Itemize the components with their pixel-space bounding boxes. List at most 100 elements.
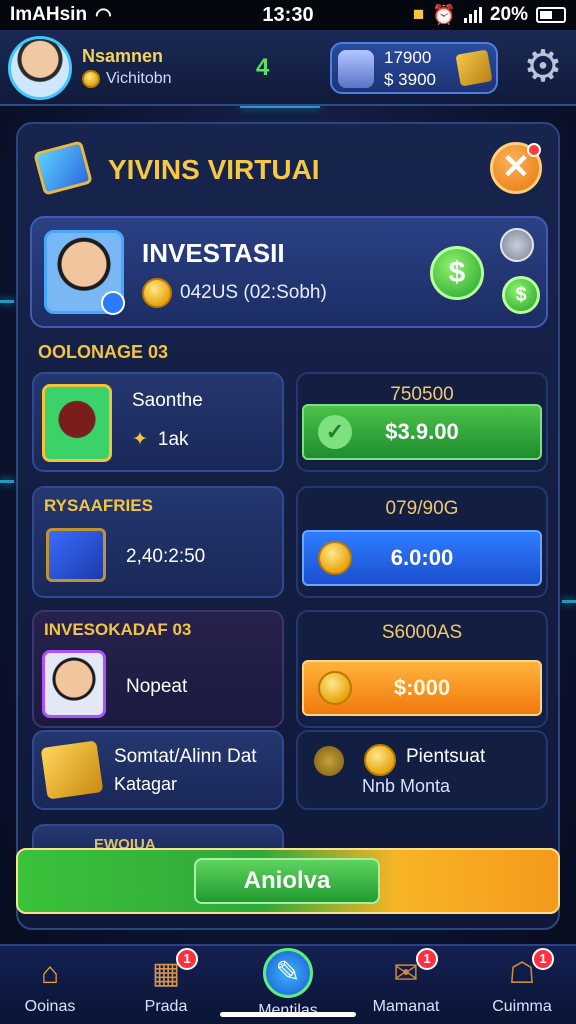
extra-sub: Nnb Monta [362,776,451,796]
avatar[interactable] [8,36,72,100]
gift-box-icon[interactable] [455,49,493,87]
invest-icon: ✎ [263,948,313,998]
invest-card[interactable]: INVESTASII 042US (02:Sobh) $ $ [30,216,548,328]
notification-badge: 1 [176,948,198,970]
ticket-icon [33,140,93,196]
item-card-2[interactable]: RYSAAFRIES 2,40:2:50 [32,486,284,598]
item-sub: ✦ 1ak [132,428,189,451]
buy-button-2[interactable]: 6.0:00 [302,530,542,586]
price-card-3: S6000AS $:000 [296,610,548,728]
nav-label: Mentilas [258,1002,318,1019]
dollar-button-large[interactable]: $ [430,246,484,300]
extra-title: Somtat/Alinn Dat [114,746,257,767]
close-button[interactable]: ✕ [490,142,542,194]
neon-line-right [562,600,576,603]
item-title: Saonthe [132,390,203,411]
battery-percent: 20% [489,4,528,25]
player-sub-label: Vichitobn [106,70,172,87]
player-subtitle: Vichitobn [82,70,172,88]
nav-item-shop[interactable]: ▦ 1 Prada [116,948,216,1020]
cta-bar: Aniolva [16,848,560,914]
nav-item-home[interactable]: ⌂ Ooinas [0,954,100,1020]
player-name: Nsamnen [82,46,164,66]
nav-item-mail[interactable]: ✉ 1 Mamanat [356,948,456,1020]
nav-item-bag[interactable]: ☖ 1 Cuimma [472,948,572,1020]
buy-button-1[interactable]: ✓ $3.9.00 [302,404,542,460]
info-button[interactable] [500,228,534,262]
manager-portrait [42,650,106,718]
extra-sub: Katagar [114,774,178,794]
neon-line-left-2 [0,480,14,483]
nav-item-invest[interactable]: ✎ Mentilas [238,948,338,1020]
home-icon: ⌂ [40,957,60,990]
treasure-chest-icon [338,50,374,88]
extra-title: Pientsuat [406,746,486,767]
money-bag-icon [314,746,344,776]
price-label: 750500 [390,384,454,405]
price-card-2: 079/90G 6.0:00 [296,486,548,598]
item-sub: 2,40:2:50 [126,546,206,567]
coin-icon [142,278,172,308]
check-icon: ✓ [318,415,352,449]
item-sub: Nopeat [126,676,188,697]
mail-icon: ✉ 1 [384,948,438,994]
coin-icon [318,541,352,575]
investor-portrait [44,230,125,315]
nav-label: Mamanat [372,998,440,1015]
notification-badge: 1 [532,948,554,970]
status-bar: ImAHsin ◠ 13:30 ■ ⏰ 20% [0,0,576,30]
notification-badge: 1 [416,948,438,970]
carrier-label: ImAHsin [10,4,88,25]
price-label: 079/90G [385,498,459,519]
section-label-2: RYSAAFRIES [44,496,153,515]
price-label: S6000AS [381,622,463,643]
item-sub-label: 1ak [157,428,189,450]
invest-subtitle: 042US (02:Sobh) [142,278,327,308]
buy-button-label: 6.0:00 [390,545,454,570]
lock-icon: ■ [412,4,425,25]
neon-line-top [240,106,320,108]
settings-gear-icon[interactable]: ⚙ [520,44,566,90]
item-card-3[interactable]: INVESOKADAF 03 Nopeat [32,610,284,728]
invest-subtitle-label: 042US (02:Sobh) [180,282,327,303]
wallet-amount-1: 17900 [384,48,432,67]
chest-icon [46,528,106,582]
wallet-widget[interactable]: 17900 $ 3900 [330,42,498,94]
item-card-1[interactable]: Saonthe ✦ 1ak [32,372,284,472]
verified-badge-icon [101,291,125,315]
coin-icon [82,70,100,88]
bag-icon: ☖ 1 [500,948,554,994]
signal-icon [463,7,482,23]
shop-icon: ▦ 1 [144,948,198,994]
alarm-icon: ⏰ [432,5,456,26]
wifi-icon: ◠ [95,4,112,26]
panel-title: YIVINS VIRTUAI [108,154,320,185]
home-indicator[interactable] [220,1012,356,1017]
coin-stack-icon [364,744,396,776]
clock: 13:30 [262,3,314,26]
invest-title: INVESTASII [142,238,285,268]
neon-line-left [0,300,14,303]
nav-label: Ooinas [24,998,76,1015]
player-level: 4 [256,54,270,81]
section-label-3: INVESOKADAF 03 [44,620,192,639]
main-panel: YIVINS VIRTUAI ✕ INVESTASII 042US (02:So… [16,122,560,930]
puzzle-icon: ✦ [132,429,148,450]
buy-button-label: $3.9.00 [385,419,459,444]
battery-icon [536,7,566,23]
activate-button[interactable]: Aniolva [194,858,380,904]
notification-dot [527,143,541,157]
nav-label: Prada [144,998,188,1015]
section-label-1: OOLONAGE 03 [38,342,169,362]
wallet-amount-2: $ 3900 [384,70,436,89]
coin-icon [318,671,352,705]
price-card-1: 750500 ✓ $3.9.00 [296,372,548,472]
gold-cubes-icon [40,740,104,800]
buy-button-3[interactable]: $:000 [302,660,542,716]
extra-card-1[interactable]: Somtat/Alinn Dat Katagar [32,730,284,810]
nav-label: Cuimma [492,998,552,1015]
character-thumbnail [42,384,112,462]
dollar-button-small[interactable]: $ [502,276,540,314]
profile-header: Nsamnen Vichitobn 4 17900 $ 3900 ⚙ [0,30,576,106]
extra-card-2[interactable]: Pientsuat Nnb Monta [296,730,548,810]
